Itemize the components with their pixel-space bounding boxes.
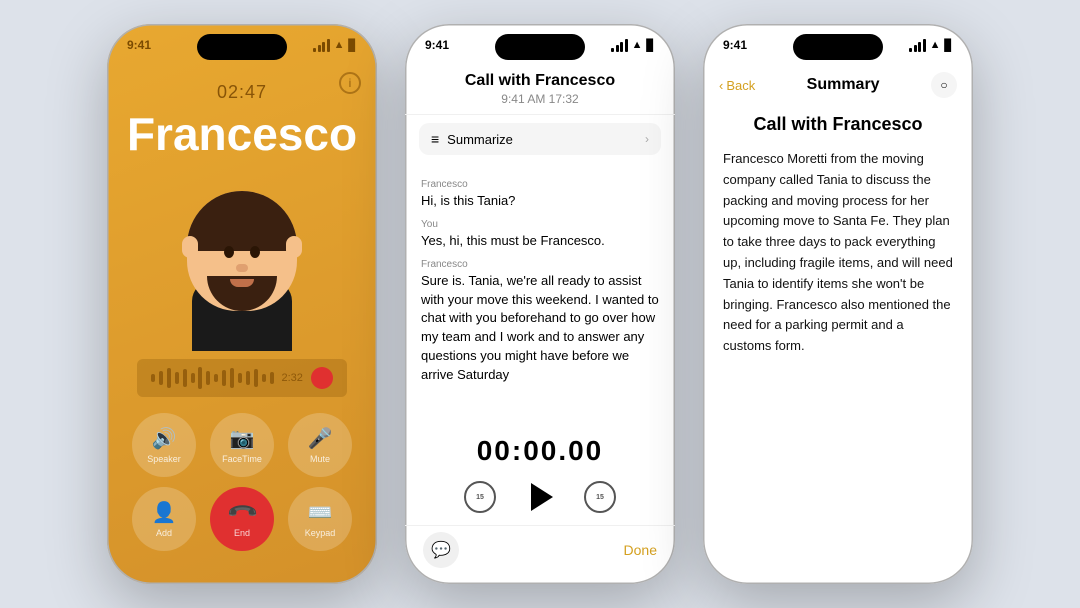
forward-label: 15 [596,494,604,501]
signal-icon [313,39,330,52]
add-icon: 👤 [152,500,177,525]
summarize-label: Summarize [447,132,513,147]
transcript-title: Call with Francesco [421,72,659,90]
back-label: Back [726,78,755,93]
rec-time: 2:32 [282,372,303,384]
status-icons-3: ▲ ▊ [909,39,953,52]
rewind-label: 15 [476,494,484,501]
transcript-subtitle: 9:41 AM 17:32 [421,92,659,106]
message-3: Sure is. Tania, we're all ready to assis… [421,272,659,385]
status-icons-2: ▲ ▊ [611,39,655,52]
speaker-2: You [421,219,659,230]
add-button[interactable]: 👤 Add [132,487,196,551]
audio-time: 00:00.00 [477,435,604,467]
battery-icon-3: ▊ [945,39,953,52]
summary-content: Call with Francesco Francesco Moretti fr… [703,106,973,373]
wifi-icon-2: ▲ [632,39,643,51]
status-time-2: 9:41 [425,38,449,52]
keypad-label: Keypad [305,528,336,538]
battery-icon: ▊ [349,39,357,52]
chat-icon-button[interactable]: 💬 [423,532,459,568]
mute-label: Mute [310,454,330,464]
play-button[interactable] [520,477,560,517]
summarize-left: ≡ Summarize [431,131,513,147]
transcript-messages: Francesco Hi, is this Tania? You Yes, hi… [405,163,675,423]
speaker-button[interactable]: 🔊 Speaker [132,413,196,477]
message-1: Hi, is this Tania? [421,192,659,211]
circle-icon: ○ [940,78,947,92]
speaker-icon: 🔊 [152,426,177,451]
play-icon [531,483,553,511]
summarize-button[interactable]: ≡ Summarize › [419,123,661,155]
caller-name: Francesco [127,107,357,161]
summarize-icon: ≡ [431,131,439,147]
wifi-icon-3: ▲ [930,39,941,51]
speaker-3: Francesco [421,259,659,270]
status-icons-1: ▲ ▊ [313,39,357,52]
facetime-label: FaceTime [222,454,262,464]
summary-body-text: Francesco Moretti from the moving compan… [723,149,953,357]
mute-icon: 🎤 [308,426,333,451]
memoji [162,171,322,351]
wifi-icon: ▲ [334,39,345,51]
call-timer: 02:47 [217,82,267,103]
keypad-button[interactable]: ⌨️ Keypad [288,487,352,551]
forward-button[interactable]: 15 [584,481,616,513]
phone-summary: 9:41 ▲ ▊ ‹ Back Summary ○ Call [703,24,973,584]
facetime-icon: 📷 [230,426,255,451]
dynamic-island-3 [793,34,883,60]
summary-options-button[interactable]: ○ [931,72,957,98]
phone-active-call: 9:41 ▲ ▊ 02:47 Francesco [107,24,377,584]
dynamic-island [197,34,287,60]
add-label: Add [156,528,172,538]
info-button[interactable]: i [339,72,361,94]
waveform: 2:32 [137,359,347,397]
status-time-1: 9:41 [127,38,151,52]
call-screen: 02:47 Francesco i [107,24,377,584]
done-button[interactable]: Done [624,542,657,558]
speaker-1: Francesco [421,179,659,190]
summary-screen: ‹ Back Summary ○ Call with Francesco Fra… [703,24,973,584]
back-button[interactable]: ‹ Back [719,78,755,93]
speaker-label: Speaker [147,454,181,464]
audio-player: 00:00.00 15 15 [405,423,675,525]
dynamic-island-2 [495,34,585,60]
end-call-button[interactable]: 📞 End [210,487,274,551]
phone2-bottom-bar: 💬 Done [405,525,675,584]
status-time-3: 9:41 [723,38,747,52]
facetime-button[interactable]: 📷 FaceTime [210,413,274,477]
chevron-right-icon: › [645,132,649,146]
mute-button[interactable]: 🎤 Mute [288,413,352,477]
battery-icon-2: ▊ [647,39,655,52]
rewind-button[interactable]: 15 [464,481,496,513]
call-buttons-row1: 🔊 Speaker 📷 FaceTime 🎤 Mute [132,413,352,477]
chat-icon: 💬 [431,540,451,560]
keypad-icon: ⌨️ [308,500,333,525]
summary-nav-title: Summary [807,76,880,94]
end-icon: 📞 [224,495,259,530]
call-buttons-row2: 👤 Add 📞 End ⌨️ Keypad [132,487,352,551]
transcript-screen: Call with Francesco 9:41 AM 17:32 ≡ Summ… [405,24,675,584]
message-2: Yes, hi, this must be Francesco. [421,232,659,251]
phone-transcript: 9:41 ▲ ▊ Call with Francesco 9:41 AM 17:… [405,24,675,584]
signal-icon-3 [909,39,926,52]
summary-call-title: Call with Francesco [723,114,953,135]
signal-icon-2 [611,39,628,52]
back-chevron-icon: ‹ [719,78,723,93]
record-dot [311,367,333,389]
audio-controls: 15 15 [464,477,616,517]
